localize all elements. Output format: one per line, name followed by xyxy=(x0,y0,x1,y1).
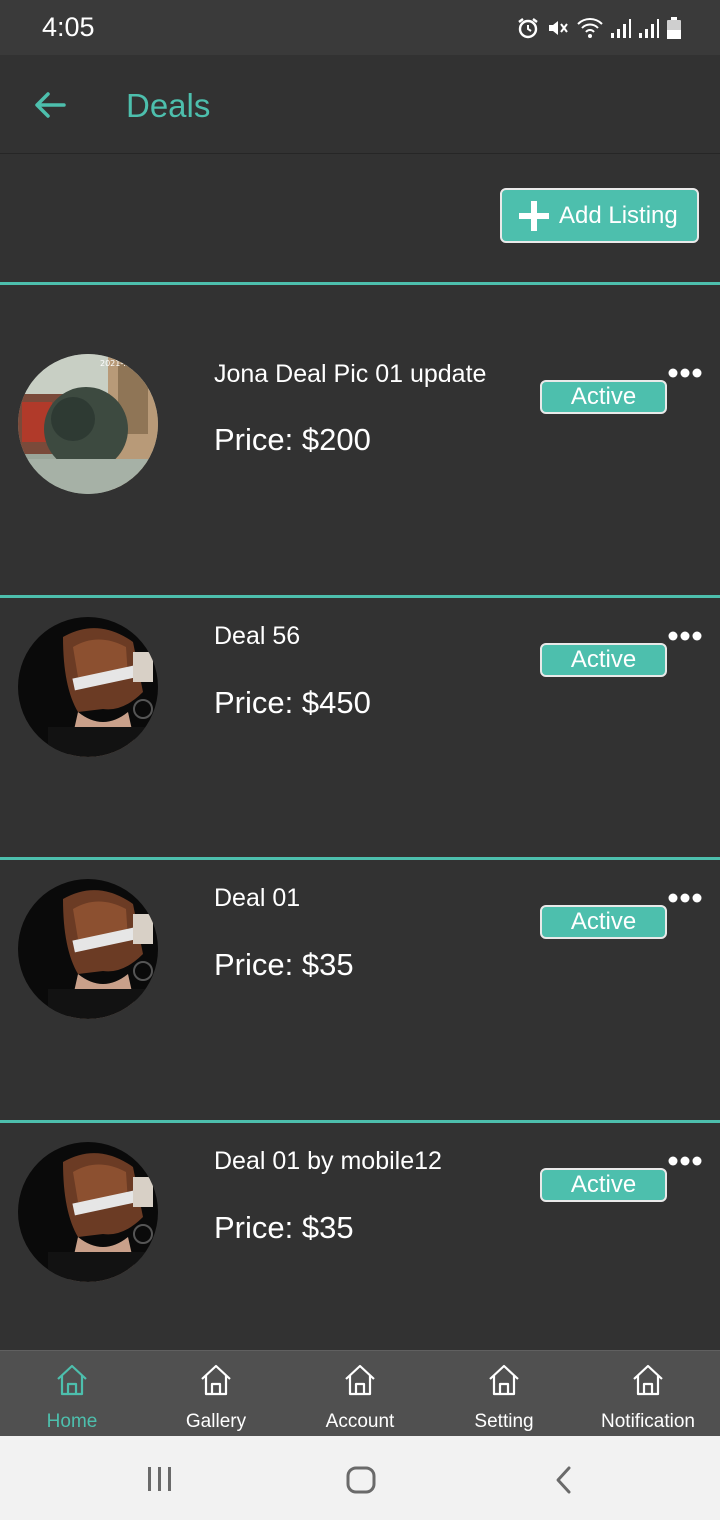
svg-text:2021-..: 2021-.. xyxy=(100,359,128,368)
deal-price: Price: $35 xyxy=(214,947,354,982)
home-button-icon[interactable] xyxy=(345,1465,377,1495)
more-options-icon[interactable] xyxy=(667,1155,703,1167)
wifi-icon xyxy=(577,18,603,38)
nav-label: Gallery xyxy=(185,1411,247,1432)
nav-account[interactable]: Account xyxy=(288,1351,432,1437)
deal-title: Deal 01 by mobile12 xyxy=(214,1147,442,1175)
deal-thumbnail: 2021-.. xyxy=(18,354,158,494)
status-badge: Active xyxy=(540,1168,667,1202)
deal-title: Jona Deal Pic 01 update xyxy=(214,360,487,388)
deal-price: Price: $200 xyxy=(214,422,371,457)
status-icons xyxy=(516,14,682,42)
deal-thumbnail xyxy=(18,617,158,757)
home-icon xyxy=(201,1364,231,1396)
status-badge: Active xyxy=(540,380,667,414)
nav-setting[interactable]: Setting xyxy=(432,1351,576,1437)
deal-title: Deal 01 xyxy=(214,884,301,912)
deal-thumbnail xyxy=(18,1142,158,1282)
nav-label: Setting xyxy=(474,1411,534,1432)
signal-icon xyxy=(611,19,631,38)
deal-title: Deal 56 xyxy=(214,622,301,650)
add-listing-label: Add Listing xyxy=(559,201,678,229)
toolbar: Add Listing xyxy=(0,154,720,282)
alarm-icon xyxy=(518,18,538,39)
status-badge: Active xyxy=(540,905,667,939)
deal-thumbnail xyxy=(18,879,158,1019)
nav-label: Notification xyxy=(601,1411,695,1432)
battery-icon xyxy=(667,17,681,39)
bottom-nav: Home Gallery Account Setting Notificatio… xyxy=(0,1350,720,1437)
home-icon xyxy=(57,1364,87,1396)
back-button-icon[interactable] xyxy=(553,1465,573,1495)
nav-notification[interactable]: Notification xyxy=(576,1351,720,1437)
status-bar: 4:05 xyxy=(0,0,720,55)
status-time: 4:05 xyxy=(42,12,95,42)
system-nav-bar xyxy=(0,1436,720,1520)
nav-gallery[interactable]: Gallery xyxy=(144,1351,288,1437)
deal-item[interactable]: 2021-.. Jona Deal Pic 01 update Price: $… xyxy=(0,285,720,595)
nav-label: Home xyxy=(46,1411,98,1432)
more-options-icon[interactable] xyxy=(667,892,703,904)
add-listing-button[interactable]: Add Listing xyxy=(500,188,699,243)
home-icon xyxy=(633,1364,663,1396)
mute-icon xyxy=(549,21,568,35)
back-arrow-icon[interactable] xyxy=(30,85,70,125)
recent-apps-icon[interactable] xyxy=(146,1466,174,1492)
deal-item[interactable]: Deal 01 Price: $35 Active xyxy=(0,860,720,1120)
deal-price: Price: $450 xyxy=(214,685,371,720)
status-badge: Active xyxy=(540,643,667,677)
nav-label: Account xyxy=(325,1411,395,1432)
nav-home[interactable]: Home xyxy=(0,1351,144,1437)
plus-icon xyxy=(519,200,549,231)
home-icon xyxy=(489,1364,519,1396)
more-options-icon[interactable] xyxy=(667,630,703,642)
deal-item[interactable]: Deal 01 by mobile12 Price: $35 Active xyxy=(0,1123,720,1350)
page-title: Deals xyxy=(126,87,211,124)
app-header: Deals xyxy=(0,55,720,154)
deal-item[interactable]: Deal 56 Price: $450 Active xyxy=(0,598,720,857)
deal-price: Price: $35 xyxy=(214,1210,354,1245)
signal-icon-2 xyxy=(639,19,659,38)
home-icon xyxy=(345,1364,375,1396)
more-options-icon[interactable] xyxy=(667,367,703,379)
